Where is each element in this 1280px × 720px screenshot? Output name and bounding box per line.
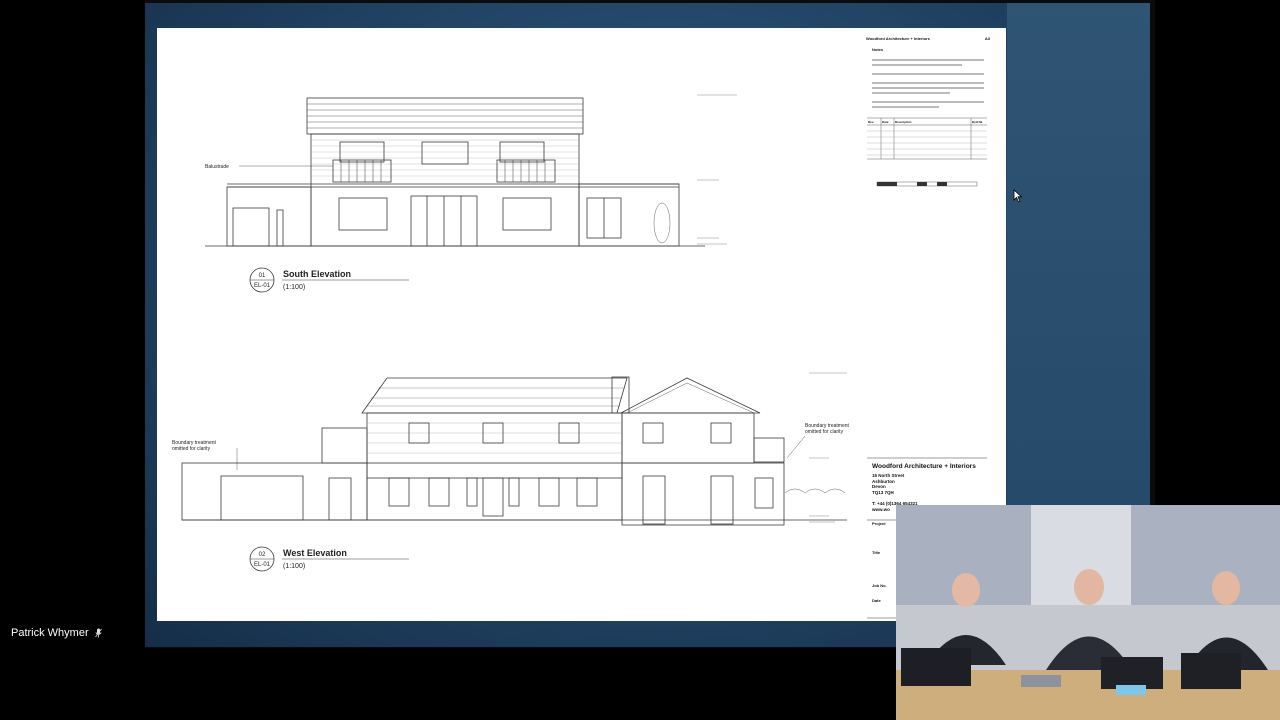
west-elevation-drawing	[181, 372, 847, 526]
project-label: Project	[872, 521, 886, 526]
south-sheet-ref: EL-01	[254, 283, 271, 289]
video-feed-meeting-room	[896, 505, 1280, 720]
west-sheet-ref: EL-01	[254, 562, 271, 568]
boundary-note-left: Boundary treatment omitted for clarity	[172, 440, 216, 452]
west-elevation-title: West Elevation	[283, 548, 347, 558]
sheet-size: A3	[984, 36, 990, 41]
participant-name: Patrick Whymer	[11, 627, 89, 639]
screen-share-background-right	[1007, 3, 1150, 508]
participant-name-label: Patrick Whymer	[11, 627, 102, 639]
firm-web: www.wo	[872, 507, 890, 512]
notes-heading: Notes	[872, 47, 884, 52]
south-elevation-title: South Elevation	[283, 269, 351, 279]
drawing-title-label: Title	[872, 550, 881, 555]
balustrade-note: Balustrade	[205, 164, 229, 170]
firm-name: Woodford Architecture + Interiors	[872, 463, 976, 470]
revision-table-header: Rev. Date Description By/Chk	[868, 120, 983, 124]
date-label: Date	[872, 598, 881, 603]
south-number: 01	[259, 273, 266, 279]
mic-muted-icon	[94, 628, 102, 638]
firm-address: 15 North Street Ashburton Devon TQ13 7QH	[872, 473, 905, 495]
boundary-note-right: Boundary treatment omitted for clarity	[805, 423, 849, 435]
south-elevation-scale: (1:100)	[283, 284, 305, 291]
mouse-cursor-icon	[1013, 189, 1023, 203]
title-block-header: Woodford Architecture + Interiors	[866, 36, 930, 41]
west-number: 02	[259, 552, 266, 558]
meeting-room-scene	[896, 505, 1280, 720]
south-elevation-drawing	[205, 94, 737, 247]
job-number-label: Job No.	[872, 583, 887, 588]
west-elevation-scale: (1:100)	[283, 563, 305, 570]
